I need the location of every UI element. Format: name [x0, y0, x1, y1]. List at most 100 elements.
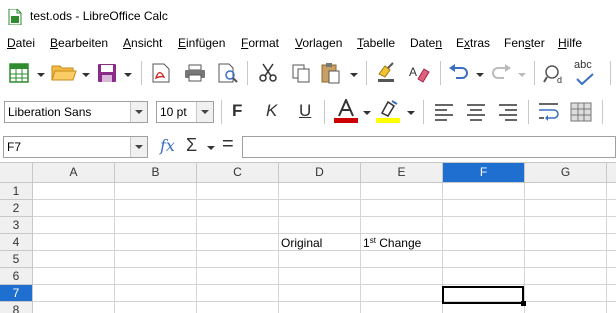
- undo-dropdown-arrow[interactable]: [476, 73, 484, 77]
- font-color-a-icon: [338, 99, 354, 117]
- save-dropdown-arrow[interactable]: [124, 73, 132, 77]
- grid-line: [524, 183, 525, 313]
- font-color-button[interactable]: [334, 99, 358, 125]
- column-header-h-partial[interactable]: [607, 163, 616, 183]
- wrap-text-icon[interactable]: [538, 102, 560, 122]
- toolbar-separator: [366, 61, 367, 85]
- toolbar-separator: [610, 61, 611, 85]
- menu-einfuegen[interactable]: Einfügen: [178, 36, 225, 50]
- font-color-dropdown-arrow[interactable]: [363, 111, 371, 115]
- paste-icon[interactable]: [321, 62, 341, 84]
- font-name-combobox[interactable]: Liberation Sans: [4, 101, 148, 123]
- font-size-dropdown-button[interactable]: [196, 102, 213, 122]
- column-header-e[interactable]: E: [361, 163, 443, 183]
- new-spreadsheet-icon[interactable]: [9, 63, 29, 83]
- row-header-2[interactable]: 2: [0, 200, 33, 217]
- sum-icon[interactable]: Σ: [186, 135, 197, 156]
- menu-extras[interactable]: Extras: [456, 36, 490, 50]
- row-header-1[interactable]: 1: [0, 183, 33, 200]
- align-left-icon[interactable]: [434, 103, 454, 121]
- print-preview-icon[interactable]: [218, 63, 238, 83]
- underline-button[interactable]: U: [299, 101, 311, 121]
- name-box-value: F7: [7, 140, 22, 154]
- grid-line: [606, 183, 607, 313]
- save-icon[interactable]: [97, 63, 117, 83]
- sum-dropdown-arrow[interactable]: [207, 146, 215, 150]
- formula-equals-icon[interactable]: =: [222, 133, 234, 156]
- select-all-corner[interactable]: [0, 163, 33, 183]
- align-right-icon[interactable]: [498, 103, 518, 121]
- cut-icon[interactable]: [258, 63, 278, 83]
- row-header-4[interactable]: 4: [0, 234, 33, 251]
- grid-line: [33, 216, 616, 217]
- column-header-c[interactable]: C: [197, 163, 279, 183]
- menu-tabelle[interactable]: Tabelle: [357, 36, 395, 50]
- toolbar-separator: [602, 100, 603, 124]
- font-name-dropdown-button[interactable]: [130, 102, 147, 122]
- selected-cell-f7[interactable]: [442, 286, 524, 304]
- menu-bar: Datei Bearbeiten Ansicht Einfügen Format…: [0, 33, 616, 55]
- standard-toolbar: A d abc: [0, 55, 616, 93]
- menu-format[interactable]: Format: [241, 36, 279, 50]
- grid-line: [33, 301, 616, 302]
- export-pdf-icon[interactable]: [152, 63, 170, 83]
- menu-daten[interactable]: Daten: [410, 36, 442, 50]
- row-header-8[interactable]: 8: [0, 302, 33, 313]
- highlight-dropdown-arrow[interactable]: [407, 111, 415, 115]
- new-dropdown-arrow[interactable]: [37, 73, 45, 77]
- menu-ansicht[interactable]: Ansicht: [123, 36, 162, 50]
- column-header-g[interactable]: G: [525, 163, 607, 183]
- highlight-color-button[interactable]: [376, 99, 400, 125]
- clone-formatting-icon[interactable]: [376, 62, 396, 84]
- name-box-dropdown-button[interactable]: [130, 137, 147, 157]
- grid-line: [33, 267, 616, 268]
- toolbar-separator: [534, 61, 535, 85]
- column-header-d[interactable]: D: [279, 163, 361, 183]
- row-header-3[interactable]: 3: [0, 217, 33, 234]
- toolbar-separator: [141, 61, 142, 85]
- menu-fenster[interactable]: Fenster: [504, 36, 545, 50]
- cell-d4[interactable]: Original: [281, 236, 322, 250]
- spreadsheet-grid[interactable]: A B C D E F G 1 2 3 4 5 6 7 8 Original 1…: [0, 162, 616, 313]
- menu-bearbeiten[interactable]: Bearbeiten: [50, 36, 108, 50]
- find-replace-icon[interactable]: d: [543, 63, 567, 85]
- font-size-combobox[interactable]: 10 pt: [156, 101, 214, 123]
- grid-line: [278, 183, 279, 313]
- redo-dropdown-arrow[interactable]: [518, 73, 526, 77]
- menu-vorlagen[interactable]: Vorlagen: [295, 36, 342, 50]
- column-header-f[interactable]: F: [443, 163, 525, 183]
- print-icon[interactable]: [184, 64, 206, 82]
- merge-cells-icon[interactable]: [570, 102, 592, 122]
- menu-datei[interactable]: Datei: [7, 36, 35, 50]
- bold-button[interactable]: F: [232, 101, 242, 121]
- copy-icon[interactable]: [291, 63, 311, 83]
- undo-icon[interactable]: [448, 64, 470, 82]
- function-wizard-icon[interactable]: fx: [160, 136, 175, 155]
- italic-button[interactable]: K: [266, 101, 277, 121]
- formula-input[interactable]: [242, 136, 616, 158]
- highlighter-icon: [380, 100, 398, 117]
- column-header-b[interactable]: B: [115, 163, 197, 183]
- redo-icon[interactable]: [490, 64, 512, 82]
- autofill-handle[interactable]: [521, 301, 526, 306]
- cell-e4[interactable]: 1st Change: [363, 236, 421, 250]
- spellcheck-button[interactable]: abc: [572, 59, 602, 87]
- open-dropdown-arrow[interactable]: [82, 73, 90, 77]
- row-header-5[interactable]: 5: [0, 251, 33, 268]
- toolbar-separator: [324, 100, 325, 124]
- cell-e4-ordinal: 1: [363, 236, 370, 250]
- highlight-color-swatch: [376, 118, 400, 123]
- open-folder-icon[interactable]: [51, 64, 77, 82]
- paste-dropdown-arrow[interactable]: [350, 73, 358, 77]
- grid-line: [360, 183, 361, 313]
- svg-text:A: A: [409, 65, 417, 79]
- row-header-6[interactable]: 6: [0, 268, 33, 285]
- clear-formatting-icon[interactable]: A: [408, 63, 430, 83]
- svg-text:d: d: [557, 75, 562, 85]
- name-box[interactable]: F7: [3, 136, 148, 158]
- row-header-7[interactable]: 7: [0, 285, 33, 302]
- column-header-a[interactable]: A: [33, 163, 115, 183]
- align-center-icon[interactable]: [466, 103, 486, 121]
- menu-hilfe[interactable]: Hilfe: [558, 36, 582, 50]
- font-size-value: 10 pt: [160, 105, 187, 119]
